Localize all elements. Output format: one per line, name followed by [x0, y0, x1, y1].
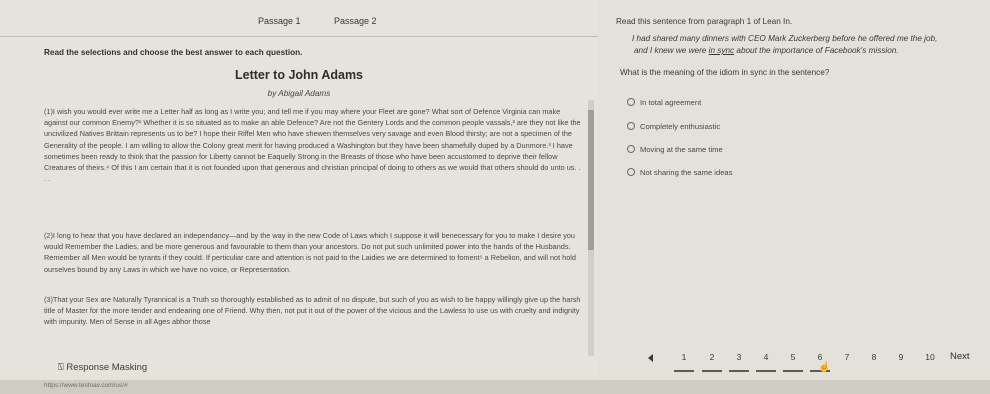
passage-title: Letter to John Adams	[234, 68, 364, 82]
question-prompt: Read this sentence from paragraph 1 of L…	[616, 17, 793, 26]
quote-line-1: I had shared many dinners with CEO Mark …	[632, 34, 938, 43]
tab-passage-2[interactable]: Passage 2	[334, 16, 377, 26]
radio-icon[interactable]	[627, 145, 635, 153]
passage-paragraph-1: (1)I wish you would ever write me a Lett…	[44, 107, 581, 184]
page-button-4[interactable]: 4	[754, 352, 778, 366]
radio-icon[interactable]	[627, 168, 635, 176]
page-underline-5	[783, 370, 803, 372]
next-button[interactable]: Next	[950, 351, 990, 367]
quote-idiom: in sync	[708, 46, 735, 55]
page-button-8[interactable]: 8	[862, 352, 886, 366]
quote-line-2-end: about the importance of Facebook's missi…	[734, 46, 899, 55]
previous-page-icon[interactable]	[648, 354, 653, 362]
response-masking-button[interactable]: ⍂ Response Masking	[58, 362, 147, 373]
divider	[0, 36, 598, 37]
question-pane: Read this sentence from paragraph 1 of L…	[598, 0, 990, 380]
page-underline-4	[756, 370, 776, 372]
page-button-3[interactable]: 3	[727, 352, 751, 366]
page-button-2[interactable]: 2	[700, 352, 724, 366]
passage-pane: Passage 1 Passage 2 Read the selections …	[0, 0, 598, 394]
quote-line-2: and I knew we were in sync about the imp…	[634, 46, 899, 55]
answer-option-a[interactable]: In total agreement	[627, 98, 701, 107]
quote-line-2-start: and I knew we were	[634, 46, 709, 55]
passage-paragraph-3: (3)That your Sex are Naturally Tyrannica…	[44, 295, 581, 327]
answer-option-b[interactable]: Completely enthusiastic	[627, 122, 720, 131]
passage-author: by Abigail Adams	[267, 89, 331, 98]
passage-scrollbar-thumb[interactable]	[588, 110, 594, 250]
page-underline-1	[674, 370, 694, 372]
tab-passage-1[interactable]: Passage 1	[258, 16, 301, 26]
page-button-7[interactable]: 7	[835, 352, 859, 366]
answer-option-label: Not sharing the same ideas	[640, 168, 733, 177]
answer-option-d[interactable]: Not sharing the same ideas	[627, 168, 732, 177]
answer-option-c[interactable]: Moving at the same time	[627, 145, 723, 154]
answer-option-label: Completely enthusiastic	[640, 122, 721, 131]
page-button-9[interactable]: 9	[889, 352, 913, 366]
page-button-10[interactable]: 10	[918, 352, 942, 366]
answer-option-label: Moving at the same time	[640, 145, 723, 154]
masking-icon: ⍂	[58, 362, 64, 373]
answer-option-label: In total agreement	[640, 98, 702, 107]
radio-icon[interactable]	[627, 98, 635, 106]
page-underline-3	[729, 370, 749, 372]
page-button-5[interactable]: 5	[781, 352, 805, 366]
instructions: Read the selections and choose the best …	[44, 48, 303, 57]
passage-paragraph-2: (2)I long to hear that you have declared…	[44, 231, 576, 274]
status-bar	[0, 380, 990, 394]
page-button-1[interactable]: 1	[672, 352, 696, 366]
question-text: What is the meaning of the idiom in sync…	[620, 68, 830, 77]
radio-icon[interactable]	[627, 122, 635, 130]
response-masking-label: Response Masking	[66, 362, 148, 373]
page-underline-2	[702, 370, 722, 372]
hand-cursor-icon: ☝	[818, 362, 831, 373]
status-url: https://www.testnav.com/us/#	[44, 382, 128, 389]
